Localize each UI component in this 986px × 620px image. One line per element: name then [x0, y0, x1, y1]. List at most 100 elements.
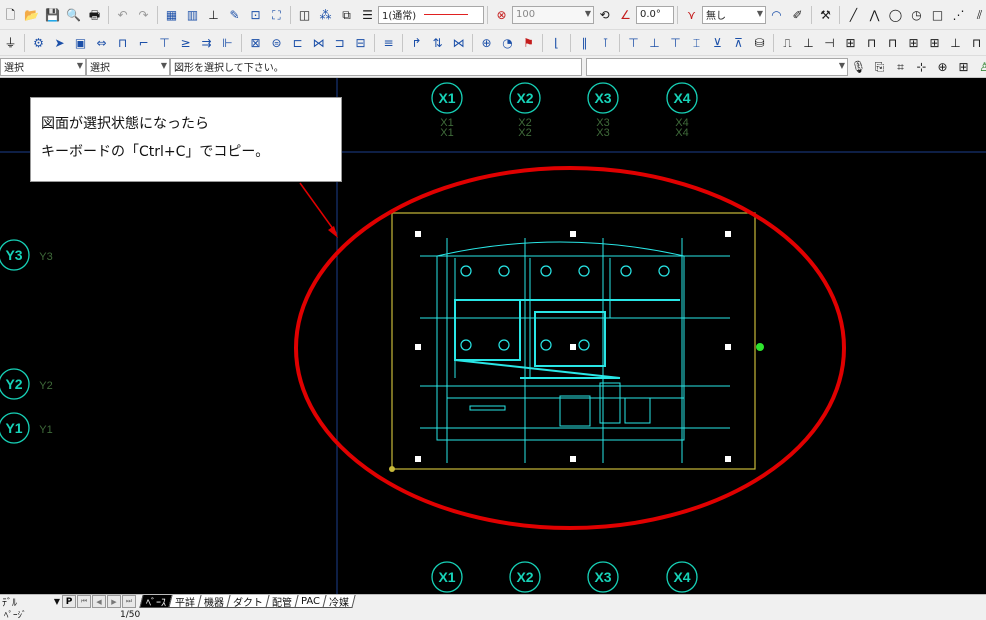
transparency-icon[interactable]: ⊗ — [492, 5, 511, 24]
duct-offset-icon[interactable]: ⊩ — [218, 33, 237, 52]
pattern-select[interactable]: 無し ▼ — [702, 5, 766, 24]
arc-icon[interactable]: ◠ — [767, 5, 786, 24]
selection-handle[interactable] — [725, 456, 731, 462]
node-edit-icon[interactable]: ⚙ — [29, 33, 48, 52]
mode-select-2[interactable]: 選択 ▼ — [86, 57, 170, 76]
text-base-icon[interactable]: ⊥ — [946, 33, 965, 52]
fit-view-icon[interactable]: ⛶ — [267, 5, 286, 24]
print-preview-icon[interactable]: 🔍 — [64, 5, 83, 24]
pipe-valve-icon[interactable]: ⋈ — [449, 33, 468, 52]
selection-handle[interactable] — [570, 344, 576, 350]
duct-fitting-icon[interactable]: ⊏ — [288, 33, 307, 52]
layer-view-icon[interactable]: ▥ — [183, 5, 202, 24]
rectangle-icon[interactable]: □ — [928, 5, 947, 24]
tag-dual-icon[interactable]: ⊥ — [645, 33, 664, 52]
text-align-icon[interactable]: ⊥ — [799, 33, 818, 52]
snap-icon[interactable]: ⁂ — [316, 5, 335, 24]
duct-branch-icon[interactable]: ⊤ — [155, 33, 174, 52]
text-frame2-icon[interactable]: ⊓ — [883, 33, 902, 52]
panel-icon[interactable]: ▣ — [71, 33, 90, 52]
user-icon[interactable]: ♙ — [975, 57, 986, 76]
first-sheet-icon[interactable]: ⏮ — [77, 595, 91, 608]
selected-floor-plan[interactable] — [389, 212, 764, 472]
parallel-icon[interactable]: ∥ — [575, 33, 594, 52]
command-input[interactable]: ▼ — [586, 57, 848, 76]
linetype-select[interactable]: 1(通常) — [378, 5, 484, 24]
circle-icon[interactable]: ◯ — [886, 5, 905, 24]
text-leader-icon[interactable]: ⊣ — [820, 33, 839, 52]
polyline-icon[interactable]: ⋀ — [865, 5, 884, 24]
tag-size-icon[interactable]: ⊼ — [729, 33, 748, 52]
redo-icon[interactable]: ↷ — [134, 5, 153, 24]
fixture-icon[interactable]: ⏚ — [1, 33, 20, 52]
text-frame-icon[interactable]: ⊓ — [862, 33, 881, 52]
pipe-icon[interactable]: ≡ — [379, 33, 398, 52]
pointer-icon[interactable]: ➤ — [50, 33, 69, 52]
rotation-handle[interactable] — [756, 343, 764, 351]
selection-handle[interactable] — [725, 231, 731, 237]
circle-arc-icon[interactable]: ◷ — [907, 5, 926, 24]
selection-handle[interactable] — [725, 344, 731, 350]
hatch-icon[interactable]: ⋎ — [682, 5, 701, 24]
warning-icon[interactable]: ⚑ — [519, 33, 538, 52]
crosshair-icon[interactable]: ⊕ — [477, 33, 496, 52]
selection-handle[interactable] — [415, 231, 421, 237]
layer-list-icon[interactable]: ☰ — [358, 5, 377, 24]
duct-align-icon[interactable]: ⇉ — [197, 33, 216, 52]
microphone-icon[interactable]: 🎙 — [849, 57, 868, 76]
undo-icon[interactable]: ↶ — [113, 5, 132, 24]
split-view-icon[interactable]: ◫ — [295, 5, 314, 24]
duct-cap-icon[interactable]: ⊟ — [351, 33, 370, 52]
tag-pipe-icon[interactable]: ⊤ — [666, 33, 685, 52]
layer-select[interactable]: ﾃﾞﾙ ▼ — [0, 595, 62, 609]
rotate-icon[interactable]: ⟲ — [595, 5, 614, 24]
corner-icon[interactable]: ⌊ — [547, 33, 566, 52]
save-icon[interactable]: 💾 — [43, 5, 62, 24]
fan-icon[interactable]: ⊜ — [267, 33, 286, 52]
flex-duct-icon[interactable]: ⋈ — [309, 33, 328, 52]
line-icon[interactable]: ╱ — [844, 5, 863, 24]
tag-icon[interactable]: ⊤ — [624, 33, 643, 52]
layer-settings-icon[interactable]: ▦ — [162, 5, 181, 24]
new-file-icon[interactable]: 🗋 — [1, 5, 20, 24]
next-sheet-icon[interactable]: ▶ — [107, 595, 121, 608]
zoom-window-icon[interactable]: ⊡ — [246, 5, 265, 24]
hammer-icon[interactable]: ⚒ — [816, 5, 835, 24]
drawing-canvas[interactable]: X1 X2 X3 X4 X1 X1 X2 X2 X3 X3 X4 X4 X1 X… — [0, 78, 986, 594]
selection-handle[interactable] — [415, 344, 421, 350]
sheet-tab[interactable]: ダクト — [226, 595, 270, 609]
table-grid-icon[interactable]: ⊞ — [954, 57, 973, 76]
text-box-icon[interactable]: ⊞ — [841, 33, 860, 52]
crop-icon[interactable]: ⌗ — [891, 57, 910, 76]
tag-level-icon[interactable]: ⌶ — [687, 33, 706, 52]
print-icon[interactable]: 🖶 — [85, 5, 104, 24]
bucket-icon[interactable]: ⛁ — [750, 33, 769, 52]
cross-icon[interactable]: ⊕ — [933, 57, 952, 76]
dimension-icon[interactable]: ⋰ — [949, 5, 968, 24]
selection-handle[interactable] — [415, 456, 421, 462]
text-grid-icon[interactable]: ⊞ — [925, 33, 944, 52]
selection-handle[interactable] — [570, 456, 576, 462]
brush-icon[interactable]: ✎ — [225, 5, 244, 24]
sensor-icon[interactable]: ◔ — [498, 33, 517, 52]
text-icon[interactable]: ⎍ — [778, 33, 797, 52]
text-building-icon[interactable]: ⊓ — [967, 33, 986, 52]
duct-end-icon[interactable]: ⊐ — [330, 33, 349, 52]
last-sheet-icon[interactable]: ⏭ — [122, 595, 136, 608]
property-icon[interactable]: ⧉ — [337, 5, 356, 24]
duct-reducer-icon[interactable]: ≥ — [176, 33, 195, 52]
duct-straight-icon[interactable]: ⊓ — [113, 33, 132, 52]
transparency-select[interactable]: 100 ▼ — [512, 5, 594, 24]
connect-icon[interactable]: ⇔ — [92, 33, 111, 52]
hatch-lines-icon[interactable]: ⫽ — [970, 5, 986, 24]
mode-select-1[interactable]: 選択 ▼ — [0, 57, 86, 76]
ground-icon[interactable]: ⊥ — [204, 5, 223, 24]
tag-elevation-icon[interactable]: ⊻ — [708, 33, 727, 52]
snap-grid-icon[interactable]: ⊹ — [912, 57, 931, 76]
pipe-riser-icon[interactable]: ⇅ — [428, 33, 447, 52]
open-folder-icon[interactable]: 📂 — [22, 5, 41, 24]
prev-sheet-icon[interactable]: ◀ — [92, 595, 106, 608]
angle-icon[interactable]: ∠ — [616, 5, 635, 24]
text-columns-icon[interactable]: ⊞ — [904, 33, 923, 52]
copy-layer-icon[interactable]: ⎘ — [870, 57, 889, 76]
